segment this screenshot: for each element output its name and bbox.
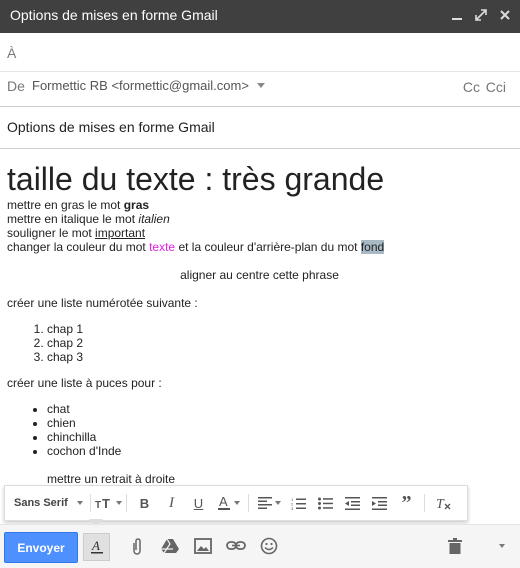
remove-formatting-icon[interactable]: T <box>429 491 456 515</box>
attach-file-icon[interactable] <box>125 534 149 558</box>
font-family-label: Sans Serif <box>14 497 68 509</box>
numbered-list: chap 1 chap 2 chap 3 <box>7 322 512 364</box>
insert-link-icon[interactable] <box>224 534 248 558</box>
chevron-down-icon <box>498 544 505 548</box>
more-options-icon[interactable] <box>488 534 512 558</box>
font-family-select[interactable]: Sans Serif <box>5 497 86 509</box>
list-item: cochon d'Inde <box>47 444 512 458</box>
chevron-down-icon <box>116 501 122 505</box>
list-item: chien <box>47 416 512 430</box>
colored-word: texte <box>149 240 176 254</box>
centered-line: aligner au centre cette phrase <box>180 268 339 282</box>
quote-icon[interactable]: ” <box>393 491 420 515</box>
bold-line: mettre en gras le mot gras <box>7 198 512 212</box>
bullet-intro: créer une liste à puces pour : <box>7 376 162 390</box>
align-icon[interactable] <box>253 491 285 515</box>
svg-text:A: A <box>91 539 100 553</box>
emoji-icon[interactable] <box>257 534 281 558</box>
numbered-intro: créer une liste numérotée suivante : <box>7 296 198 310</box>
subject-field[interactable]: Options de mises en forme Gmail <box>7 119 215 135</box>
divider <box>90 494 91 512</box>
list-item: chap 3 <box>47 350 512 364</box>
list-item: chap 2 <box>47 336 512 350</box>
indent-less-icon[interactable] <box>339 491 366 515</box>
text-color-icon[interactable]: A <box>212 491 244 515</box>
underline-word: important <box>95 226 146 240</box>
underline-line-text: souligner le mot <box>7 226 96 240</box>
color-line-text: changer la couleur du mot <box>7 240 150 254</box>
chevron-down-icon <box>233 501 240 505</box>
recipient-row[interactable]: À <box>0 33 520 72</box>
indent-more-icon[interactable] <box>366 491 393 515</box>
chevron-down-icon <box>76 501 83 505</box>
minimize-icon[interactable] <box>448 6 466 24</box>
highlighted-word: fond <box>360 240 385 254</box>
svg-text:A: A <box>219 495 228 509</box>
compose-bottom-bar: Envoyer A <box>0 524 520 568</box>
italic-icon[interactable]: I <box>158 491 185 515</box>
from-address[interactable]: Formettic RB <formettic@gmail.com> <box>32 78 249 93</box>
bold-line-text: mettre en gras le mot <box>7 198 124 212</box>
bullet-list: chat chien chinchilla cochon d'Inde <box>7 402 512 458</box>
body-heading: taille du texte : très grande <box>7 161 385 197</box>
text-size-icon[interactable]: TT <box>95 491 122 515</box>
italic-word: italien <box>138 212 170 226</box>
send-button[interactable]: Envoyer <box>4 532 78 563</box>
color-line: changer la couleur du mot texte et la co… <box>7 240 512 254</box>
fullscreen-icon[interactable] <box>472 6 490 24</box>
svg-text:T: T <box>102 496 110 510</box>
list-item: chat <box>47 402 512 416</box>
formatting-options-icon[interactable]: A <box>83 533 110 561</box>
message-body[interactable]: taille du texte : très grande mettre en … <box>7 160 512 486</box>
bcc-link[interactable]: Cci <box>486 79 506 95</box>
list-item: chap 1 <box>47 322 512 336</box>
bold-icon[interactable]: B <box>131 491 158 515</box>
bold-word: gras <box>123 198 150 212</box>
svg-text:3: 3 <box>291 506 294 510</box>
svg-text:T: T <box>95 500 101 510</box>
italic-line: mettre en italique le mot italien <box>7 212 512 226</box>
compose-titlebar: Options de mises en forme Gmail <box>0 0 520 33</box>
svg-text:T: T <box>436 497 445 510</box>
divider <box>248 494 249 512</box>
close-icon[interactable] <box>496 6 514 24</box>
underline-line: souligner le mot important <box>7 226 512 240</box>
subject-row[interactable]: Options de mises en forme Gmail <box>0 106 520 149</box>
italic-line-text: mettre en italique le mot <box>7 212 139 226</box>
window-controls <box>448 6 514 24</box>
chevron-down-icon[interactable] <box>257 83 265 88</box>
from-label: De <box>7 78 25 94</box>
color-line-middle: et la couleur d'arrière-plan du mot <box>175 240 361 254</box>
divider <box>424 494 425 512</box>
indented-line: mettre un retrait à droite <box>47 472 176 486</box>
insert-photo-icon[interactable] <box>191 534 215 558</box>
numbered-list-icon[interactable]: 123 <box>285 491 312 515</box>
underline-icon[interactable]: U <box>185 491 212 515</box>
from-row: De Formettic RB <formettic@gmail.com> Cc… <box>0 71 520 107</box>
bulleted-list-icon[interactable] <box>312 491 339 515</box>
chevron-down-icon <box>274 501 281 505</box>
formatting-toolbar: Sans Serif TT B I U A 123 ” T <box>4 485 468 521</box>
to-label: À <box>7 45 17 61</box>
list-item: chinchilla <box>47 430 512 444</box>
window-title: Options de mises en forme Gmail <box>10 7 218 23</box>
drive-icon[interactable] <box>158 534 182 558</box>
cc-link[interactable]: Cc <box>463 79 480 95</box>
divider <box>126 494 127 512</box>
delete-icon[interactable] <box>443 534 467 558</box>
